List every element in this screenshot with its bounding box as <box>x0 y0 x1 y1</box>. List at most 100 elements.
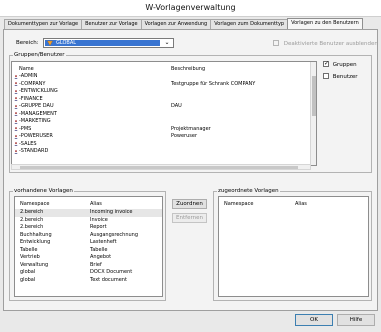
table-row[interactable]: -FINANCE <box>12 96 310 104</box>
row-description: DAU <box>171 103 182 109</box>
table-row[interactable]: -COMPANY Testgruppe für Schrank COMPANY <box>12 81 310 89</box>
row-alias: Ausgangsrechnung <box>90 231 139 238</box>
column-header-alias[interactable]: Alias <box>295 201 307 207</box>
column-header-description[interactable]: Beschreibung <box>171 66 205 72</box>
row-namespace: 2.bereich <box>20 209 44 215</box>
group-icon <box>14 142 18 146</box>
row-description: Projektmanager <box>171 125 211 132</box>
filter-users-checkbox[interactable] <box>323 73 329 79</box>
row-alias: DOCX Document <box>90 269 133 275</box>
hide-disabled-users-option[interactable]: Deaktivierte Benutzer ausblenden <box>273 40 378 47</box>
table-row[interactable]: -ENTWICKLUNG <box>12 88 310 96</box>
row-namespace: global <box>20 276 36 283</box>
table-row[interactable]: -GRUPPE DAU DAU <box>12 103 310 111</box>
tab-bar: Dokumenttypen zur Vorlage Benutzer zur V… <box>4 18 363 29</box>
table-row[interactable]: -SALES <box>12 141 310 149</box>
scrollbar-thumb[interactable] <box>312 76 316 116</box>
row-name: -SALES <box>19 140 37 147</box>
group-icon <box>14 112 18 116</box>
groups-users-title: Gruppen/Benutzer <box>13 52 66 58</box>
hide-disabled-users-label: Deaktivierte Benutzer ausblenden <box>283 40 378 47</box>
column-header-name[interactable]: Name <box>19 66 34 72</box>
column-header-alias[interactable]: Alias <box>90 201 102 207</box>
column-header-namespace[interactable]: Namespace <box>224 201 253 207</box>
bereich-selected-value: GLOBAL <box>56 40 77 46</box>
table-row[interactable]: -MANAGEMENT <box>12 111 310 119</box>
global-icon <box>47 40 53 46</box>
tab-vorlagen-zum-dokumenttyp[interactable]: Vorlagen zum Dokumenttyp <box>210 19 289 29</box>
row-namespace: Buchhaltung <box>20 231 52 238</box>
row-description: Testgruppe für Schrank COMPANY <box>171 80 256 87</box>
table-row[interactable]: Buchhaltung Ausgangsrechnung <box>15 232 162 240</box>
table-row[interactable]: global Text document <box>15 277 162 285</box>
table-row[interactable]: -ADMIN <box>12 73 310 81</box>
table-row[interactable]: 2.bereich Incoming invoice <box>15 209 162 217</box>
row-alias: Incoming invoice <box>90 209 133 215</box>
table-row[interactable]: -PMS Projektmanager <box>12 126 310 134</box>
row-namespace: 2.bereich <box>20 216 44 223</box>
row-name: -PMS <box>19 125 32 132</box>
group-icon <box>14 97 18 101</box>
assigned-templates-title: zugeordnete Vorlagen <box>217 188 280 194</box>
row-description: Poweruser <box>171 133 198 139</box>
row-alias: Lastenheft <box>90 239 117 245</box>
row-namespace: Entwicklung <box>20 239 51 245</box>
assign-button[interactable]: Zuordnen <box>172 199 207 209</box>
table-row[interactable]: global DOCX Document <box>15 269 162 277</box>
group-icon <box>14 127 18 131</box>
tab-dokumenttypen-zur-vorlage[interactable]: Dokumenttypen zur Vorlage <box>4 19 83 29</box>
row-name: -POWERUSER <box>19 133 53 139</box>
groups-users-hscrollbar[interactable] <box>11 164 311 170</box>
row-name: -ADMIN <box>19 73 38 79</box>
row-alias: Report <box>90 224 107 230</box>
tab-vorlagen-zu-den-benutzern[interactable]: Vorlagen zu den Benutzern <box>287 18 363 29</box>
row-name: -GRUPPE DAU <box>19 103 54 109</box>
row-name: -MARKETING <box>19 118 51 124</box>
filter-groups-checkbox[interactable] <box>323 60 329 67</box>
row-name: -STANDARD <box>19 148 49 154</box>
table-row[interactable]: -STANDARD <box>12 148 310 156</box>
group-icon <box>14 82 18 86</box>
row-alias: Tabelle <box>90 246 108 253</box>
table-row[interactable]: Verwaltung Brief <box>15 262 162 270</box>
help-button[interactable]: Hilfe <box>337 314 375 326</box>
title-bar: W-Vorlagenverwaltung <box>0 0 381 17</box>
filter-users-label: Benutzer <box>332 73 358 80</box>
table-row[interactable]: -POWERUSER Poweruser <box>12 133 310 141</box>
row-namespace: Tabelle <box>20 246 38 253</box>
row-namespace: Verwaltung <box>20 261 49 268</box>
row-name: -ENTWICKLUNG <box>19 88 58 94</box>
row-namespace: global <box>20 269 36 275</box>
assigned-templates-list[interactable]: Namespace Alias <box>218 196 369 297</box>
group-icon <box>14 74 18 79</box>
row-namespace: Vertrieb <box>20 254 40 260</box>
filter-groups-option[interactable]: Gruppen <box>323 60 357 68</box>
bereich-label: Bereich: <box>16 40 39 46</box>
row-alias: Invoice <box>90 216 108 223</box>
remove-button[interactable]: Entfernen <box>172 213 207 223</box>
tab-benutzer-zur-vorlage[interactable]: Benutzer zur Vorlage <box>81 19 142 29</box>
bereich-dropdown[interactable]: GLOBAL ⌄ <box>43 38 174 48</box>
row-alias: Text document <box>90 276 127 283</box>
table-row[interactable]: 2.bereich Report <box>15 224 162 232</box>
groups-users-list[interactable]: Name Beschreibung -ADMIN -COMPANY Testgrup… <box>11 61 317 166</box>
tab-vorlagen-zur-anwendung[interactable]: Vorlagen zur Anwendung <box>140 19 212 29</box>
hide-disabled-users-checkbox[interactable] <box>273 40 279 46</box>
filter-groups-label: Gruppen <box>332 61 357 68</box>
table-row[interactable]: 2.bereich Invoice <box>15 217 162 225</box>
chevron-down-icon[interactable]: ⌄ <box>162 40 172 47</box>
table-row[interactable]: Entwicklung Lastenheft <box>15 239 162 247</box>
ok-button[interactable]: OK <box>295 314 333 326</box>
row-name: -COMPANY <box>19 80 46 87</box>
available-templates-list[interactable]: Namespace Alias 2.bereich Incoming invoic… <box>14 196 163 297</box>
hscrollbar-thumb[interactable] <box>20 166 298 169</box>
table-row[interactable]: -MARKETING <box>12 118 310 126</box>
row-namespace: 2.bereich <box>20 224 44 230</box>
available-templates-title: vorhandene Vorlagen <box>13 188 74 194</box>
column-header-namespace[interactable]: Namespace <box>20 201 49 207</box>
filter-users-option[interactable]: Benutzer <box>323 73 358 80</box>
table-row[interactable]: Vertrieb Angebot <box>15 254 162 262</box>
table-row[interactable]: Tabelle Tabelle <box>15 247 162 255</box>
group-icon <box>14 149 18 154</box>
groups-users-scrollbar[interactable] <box>310 62 316 165</box>
